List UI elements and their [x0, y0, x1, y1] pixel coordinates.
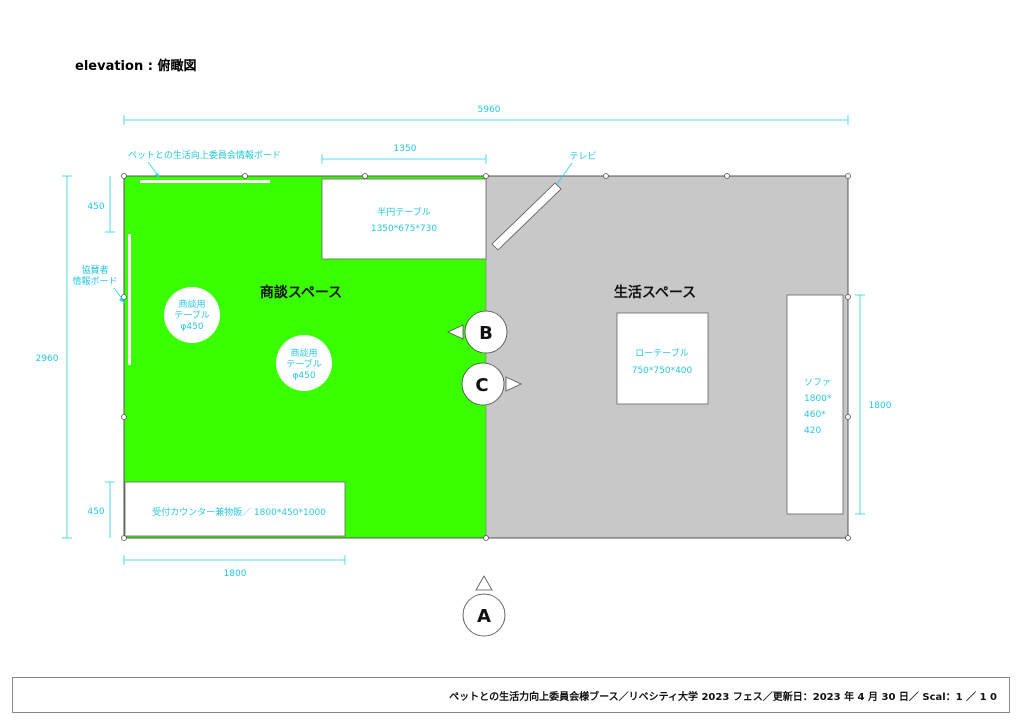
sofa-line3: 460*: [804, 410, 826, 420]
low-table-name: ローテーブル: [635, 347, 688, 359]
sofa-line4: 420: [804, 426, 821, 436]
dimension-bottom-depth: 450: [87, 481, 115, 538]
sponsor-board: [128, 234, 131, 365]
round-table-2-line2: テーブル: [286, 358, 321, 370]
reception-counter-label: 受付カウンター兼物販／ 1800*450*1000: [152, 506, 326, 518]
dimension-bottom-depth-label: 450: [87, 507, 104, 517]
dimension-top-depth-label: 450: [87, 202, 104, 212]
view-marker-b-letter: B: [479, 323, 493, 344]
dimension-sofa-length: 1800: [855, 294, 892, 515]
dimension-table-width-label: 1350: [394, 144, 417, 154]
info-board-top-label: ペットとの生活向上委員会情報ボード: [128, 149, 281, 161]
round-table-1-line3: φ450: [180, 322, 203, 332]
sofa-line1: ソファ: [804, 378, 831, 388]
dimension-counter-width-label: 1800: [224, 569, 247, 579]
title-block: ペットとの生活力向上委員会様ブース／リベシティ大学 2023 フェス／更新日：2…: [12, 677, 1010, 713]
round-table-1-line2: テーブル: [174, 309, 209, 321]
dimension-overall-width-label: 5960: [478, 105, 501, 115]
business-space-label: 商談スペース: [260, 284, 342, 301]
half-round-table-name: 半円テーブル: [377, 206, 430, 218]
sofa-line2: 1800*: [804, 394, 832, 404]
tv-label: テレビ: [569, 151, 596, 162]
low-table-size: 750*750*400: [632, 366, 693, 376]
living-space-label: 生活スペース: [614, 284, 696, 301]
dimension-sofa-length-label: 1800: [869, 401, 892, 411]
round-table-1-line1: 商談用: [178, 298, 205, 310]
half-round-table-size: 1350*675*730: [371, 224, 438, 234]
view-marker-a: A: [462, 575, 506, 637]
dimension-top-depth: 450: [87, 176, 115, 233]
round-table-2-line1: 商談用: [290, 347, 317, 359]
sponsor-board-label-line2: 情報ボード: [72, 275, 117, 287]
title-block-text: ペットとの生活力向上委員会様ブース／リベシティ大学 2023 フェス／更新日：2…: [449, 692, 997, 703]
round-table-2-line3: φ450: [292, 371, 315, 381]
dimension-table-width: 1350: [321, 144, 487, 164]
dimension-overall-width: 5960: [123, 105, 849, 125]
triangle-up-icon: [475, 575, 493, 591]
dimension-overall-depth-label: 2960: [36, 354, 59, 364]
view-marker-a-letter: A: [477, 606, 491, 627]
sofa: [786, 294, 844, 515]
floor-plan: 5960 1350 2960 450 450 1800 1800 ペットとの生活…: [36, 105, 892, 637]
sponsor-board-label-line1: 協賛者: [81, 264, 108, 276]
view-marker-c-letter: C: [475, 375, 488, 396]
dimension-overall-depth: 2960: [36, 175, 72, 539]
half-round-table: [321, 178, 487, 260]
dimension-counter-width: 1800: [123, 555, 346, 579]
info-board-top: [140, 180, 270, 183]
